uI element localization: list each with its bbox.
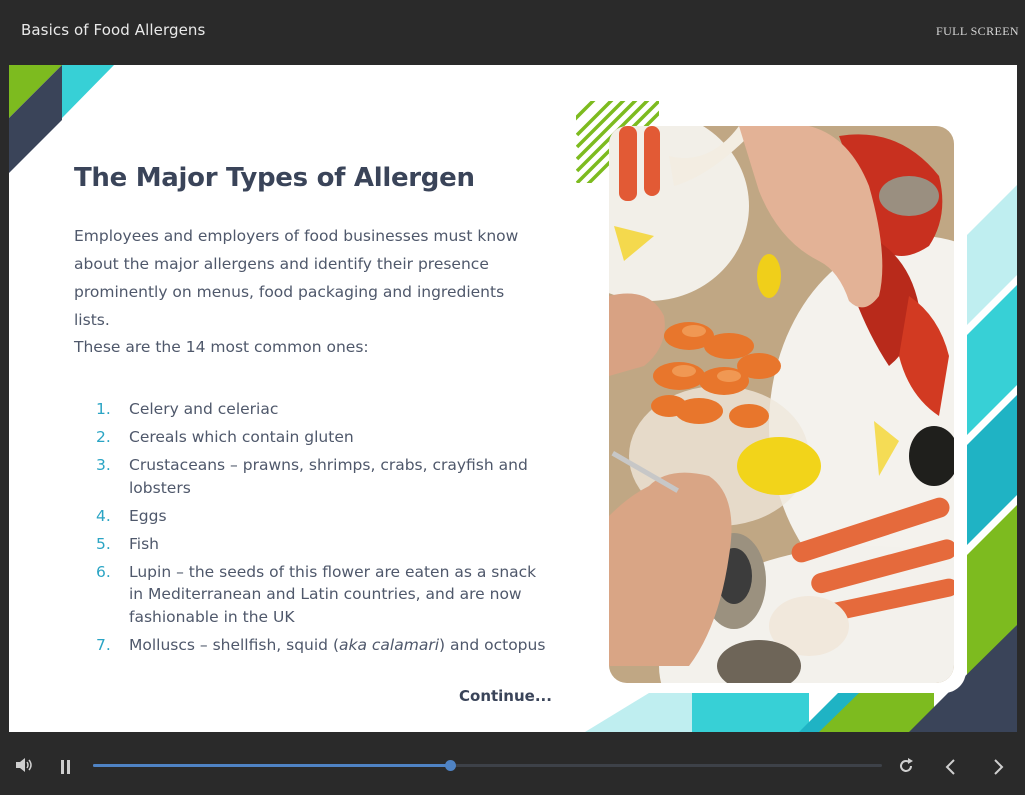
chevron-left-icon[interactable] bbox=[944, 758, 958, 780]
list-item-text: Celery and celeriac bbox=[129, 400, 279, 418]
list-item: 4. Eggs bbox=[96, 505, 551, 528]
pause-icon[interactable] bbox=[60, 759, 72, 778]
list-item-text-start: Molluscs – shellfish, squid bbox=[129, 635, 333, 654]
slide: The Major Types of Allergen Employees an… bbox=[9, 65, 1017, 732]
fullscreen-button[interactable]: FULL SCREEN bbox=[936, 24, 1019, 39]
list-item-number: 2. bbox=[96, 428, 111, 446]
progress-thumb[interactable] bbox=[444, 760, 456, 771]
seafood-platter-photo bbox=[609, 126, 954, 683]
list-item: 3. Crustaceans – prawns, shrimps, crabs, … bbox=[96, 454, 551, 499]
list-item-text: Eggs bbox=[129, 506, 167, 525]
intro-paragraph: Employees and employers of food business… bbox=[74, 227, 519, 329]
list-item-text: Cereals which contain gluten bbox=[129, 428, 354, 446]
list-item-text: Crustaceans – prawns, shrimps, crabs, cr… bbox=[129, 456, 528, 497]
list-item-number: 7. bbox=[96, 635, 111, 654]
list-item: 2. Cereals which contain gluten bbox=[96, 426, 551, 449]
course-title: Basics of Food Allergens bbox=[21, 21, 206, 39]
chevron-right-icon[interactable] bbox=[991, 758, 1005, 780]
top-bar: Basics of Food Allergens FULL SCREEN bbox=[0, 0, 1025, 65]
list-item-text: Lupin – the seeds of this flower are eat… bbox=[129, 562, 537, 626]
list-item: 7. Molluscs – shellfish, squid (aka calam… bbox=[96, 634, 551, 657]
allergen-list: 1. Celery and celeriac 2. Cereals which co… bbox=[96, 398, 551, 662]
list-item-number: 3. bbox=[96, 456, 111, 474]
list-item-text-italic: aka calamari bbox=[339, 635, 440, 654]
list-item-number: 4. bbox=[96, 506, 111, 525]
list-item-text-end: and octopus bbox=[445, 635, 546, 654]
progress-bar[interactable] bbox=[93, 760, 882, 771]
slide-heading: The Major Types of Allergen bbox=[74, 163, 475, 193]
list-item-text: Fish bbox=[129, 534, 159, 553]
volume-icon[interactable] bbox=[14, 756, 34, 778]
replay-icon[interactable] bbox=[897, 757, 915, 779]
list-item: 5. Fish bbox=[96, 533, 551, 556]
list-item-number: 1. bbox=[96, 400, 111, 418]
list-lead-text: These are the 14 most common ones: bbox=[74, 338, 369, 356]
continue-link[interactable]: Continue... bbox=[459, 687, 552, 705]
list-item: 6. Lupin – the seeds of this flower are e… bbox=[96, 561, 551, 629]
list-item-text: Molluscs – shellfish, squid (aka calamar… bbox=[129, 635, 546, 654]
progress-played bbox=[93, 764, 450, 767]
list-item: 1. Celery and celeriac bbox=[96, 398, 551, 421]
player-controls bbox=[0, 732, 1025, 795]
list-item-number: 5. bbox=[96, 534, 111, 553]
list-item-number: 6. bbox=[96, 562, 111, 581]
